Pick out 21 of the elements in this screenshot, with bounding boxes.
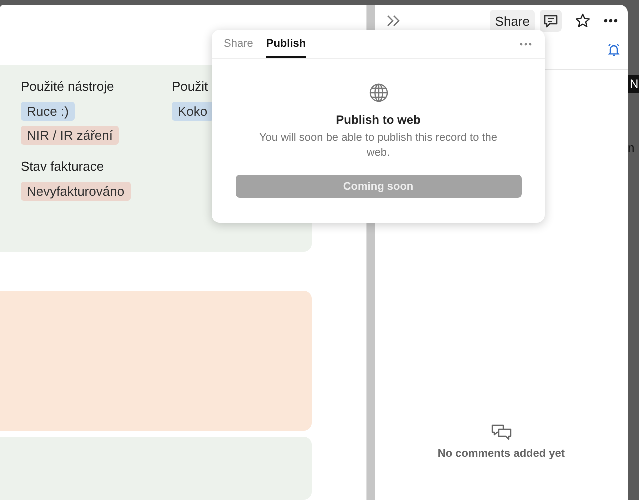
tag: NIR / IR záření [21, 126, 119, 145]
popover-tab[interactable]: Share [224, 31, 254, 58]
tag: Koko [172, 102, 214, 121]
field-label: Použité nástroje [21, 79, 114, 94]
comments-icon [490, 424, 512, 442]
bell-icon[interactable] [607, 43, 621, 57]
tag: Nevyfakturováno [21, 182, 131, 201]
edge-badge: N [628, 75, 639, 93]
tag: Ruce :) [21, 102, 75, 121]
more-icon[interactable] [604, 19, 618, 23]
field-label: Použit [172, 79, 208, 94]
comment-icon[interactable] [540, 10, 562, 32]
star-icon[interactable] [575, 13, 591, 29]
popover-description: You will soon be able to publish this record to the web. [258, 131, 499, 161]
share-button[interactable]: Share [490, 10, 535, 32]
expand-icon[interactable] [387, 15, 401, 27]
empty-message: No comments added yet [438, 448, 566, 460]
globe-icon [368, 83, 388, 103]
popover-title: Publish to web [336, 113, 421, 127]
popover-tab[interactable]: Publish [266, 31, 306, 58]
field-label: Stav fakturace [21, 159, 104, 174]
